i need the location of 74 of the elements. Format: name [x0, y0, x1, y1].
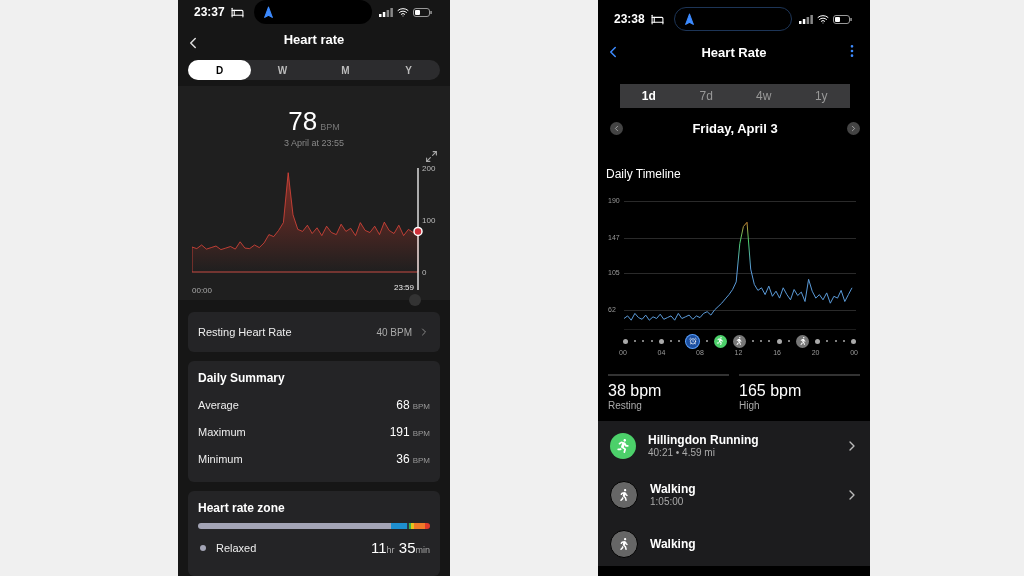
axis-label: 0 — [422, 267, 427, 277]
activity-row[interactable]: Walking 1:05:00 — [598, 470, 870, 519]
summary-label: Average — [198, 398, 239, 411]
resting-value: 40 BPM — [376, 326, 412, 338]
running-icon[interactable] — [713, 334, 727, 348]
signal-icon — [379, 7, 393, 17]
stat-value: 38 bpm — [608, 382, 663, 400]
axis-label: 00:00 — [192, 286, 213, 295]
running-icon — [610, 432, 636, 459]
expand-icon[interactable] — [425, 150, 438, 163]
activity-name: Hillingdon Running — [648, 433, 760, 447]
activity-name: Walking — [650, 482, 697, 496]
status-time: 23:38 — [614, 12, 645, 26]
card-title: Heart rate zone — [198, 501, 286, 515]
period-tab[interactable]: 7d — [677, 84, 735, 108]
stat-label: Resting — [608, 400, 643, 411]
activity-detail: 1:05:00 — [650, 496, 685, 507]
activity-detail: 40:21 • 4.59 mi — [648, 447, 716, 458]
walking-icon[interactable] — [732, 334, 746, 348]
bed-icon — [650, 12, 664, 26]
timeline-dot — [658, 338, 664, 344]
chevron-left-icon — [612, 124, 621, 133]
period-tab[interactable]: 1y — [792, 84, 850, 108]
location-arrow-icon — [682, 12, 696, 26]
previous-day-button[interactable] — [610, 122, 623, 135]
screen-title: Heart Rate — [701, 44, 767, 60]
period-tab[interactable]: 1d — [620, 84, 678, 108]
battery-icon — [833, 14, 852, 24]
section-title: Daily Timeline — [606, 167, 682, 181]
period-tab[interactable]: D — [188, 60, 251, 80]
stat-label: High — [739, 400, 761, 411]
axis-label: 23:59 — [394, 283, 415, 292]
heart-rate-value: 78 — [288, 106, 318, 137]
axis-label: 100 — [422, 215, 436, 225]
period-tab[interactable]: Y — [377, 60, 440, 80]
alarm-icon[interactable] — [686, 334, 700, 348]
period-tab[interactable]: W — [251, 60, 314, 80]
walking-icon — [610, 480, 638, 509]
card-title: Daily Summary — [198, 371, 286, 385]
screen-title: Heart rate — [283, 31, 345, 47]
timeline-dot — [815, 338, 821, 344]
date-title: Friday, April 3 — [692, 121, 778, 136]
axis-label: 200 — [422, 163, 436, 173]
zone-duration: 11hr 35min — [371, 539, 430, 556]
timestamp: 3 April at 23:55 — [283, 138, 344, 148]
walking-icon — [610, 529, 638, 558]
status-time: 23:37 — [194, 5, 225, 20]
signal-icon — [799, 14, 813, 24]
scrubber-drawing[interactable] — [413, 168, 423, 290]
timeline-dot — [850, 338, 856, 344]
next-day-button[interactable] — [847, 122, 860, 135]
summary-value: 191 BPM — [389, 424, 430, 439]
timeline-dot — [776, 338, 782, 344]
period-tab[interactable]: 4w — [735, 84, 793, 108]
wifi-icon — [817, 13, 829, 25]
activity-row[interactable]: Hillingdon Running 40:21 • 4.59 mi — [598, 421, 870, 470]
summary-value: 68 BPM — [396, 397, 430, 412]
zone-label: Relaxed — [216, 541, 257, 554]
activity-name: Walking — [650, 536, 697, 551]
scrubber-handle[interactable] — [409, 294, 421, 306]
chevron-right-icon — [849, 124, 858, 133]
battery-icon — [413, 7, 432, 17]
location-arrow-icon — [261, 5, 275, 19]
timeline-dot — [623, 338, 628, 344]
bed-icon — [230, 5, 244, 19]
period-tab[interactable]: M — [314, 60, 377, 80]
activity-row[interactable]: Walking — [598, 519, 870, 566]
walking-icon[interactable] — [796, 334, 809, 348]
unit-label: BPM — [320, 122, 340, 132]
summary-label: Minimum — [198, 452, 243, 465]
summary-label: Maximum — [198, 425, 246, 438]
resting-label: Resting Heart Rate — [198, 326, 292, 338]
stat-value: 165 bpm — [739, 382, 803, 400]
summary-value: 36 BPM — [396, 451, 430, 466]
